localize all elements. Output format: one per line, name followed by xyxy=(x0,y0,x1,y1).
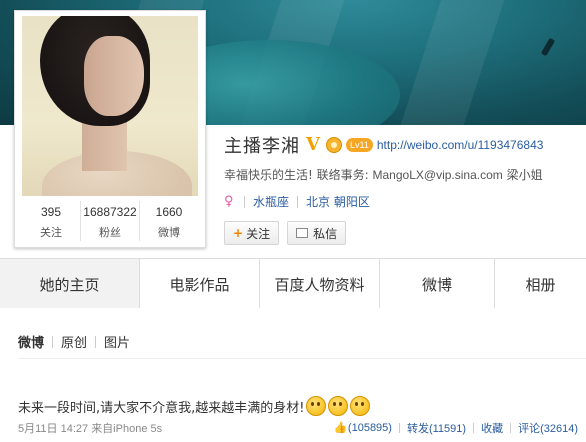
smiley-icon xyxy=(328,396,349,416)
plus-icon: + xyxy=(233,226,244,240)
mail-icon xyxy=(296,228,309,238)
post-time-source: 5月11日 14:27 来自iPhone 5s xyxy=(18,420,162,436)
divider xyxy=(510,423,512,433)
profile-stats: 395 关注 16887322 粉丝 1660 微博 xyxy=(22,201,198,241)
stat-number: 395 xyxy=(40,205,62,219)
stat-label: 粉丝 xyxy=(99,227,121,239)
divider xyxy=(52,335,54,348)
zodiac-link[interactable]: 水瓶座 xyxy=(253,193,289,210)
stat-posts[interactable]: 1660 微博 xyxy=(140,201,198,241)
thumbs-up-icon[interactable]: 👍 xyxy=(334,422,348,434)
feed-area: 微博 原创 图片 未来一段时间,请大家不介意我,越来越丰满的身材! 5月11日 … xyxy=(0,308,586,442)
post-source[interactable]: 来自iPhone 5s xyxy=(91,423,162,435)
profile-actions: + 关注 私信 xyxy=(224,221,347,245)
tab-baidu-profile[interactable]: 百度人物资料 xyxy=(260,259,380,309)
follow-button-label: 关注 xyxy=(246,226,271,241)
like-count[interactable]: (105895) xyxy=(348,422,392,434)
divider xyxy=(244,195,245,208)
follow-button[interactable]: + 关注 xyxy=(224,221,280,245)
medal-icon[interactable] xyxy=(326,137,342,153)
message-button[interactable]: 私信 xyxy=(287,221,347,245)
filter-all[interactable]: 微博 xyxy=(18,332,44,351)
stat-label: 关注 xyxy=(40,227,62,239)
post-text: 未来一段时间,请大家不介意我,越来越丰满的身材! xyxy=(18,400,305,416)
filter-original[interactable]: 原创 xyxy=(61,332,87,351)
comment-link[interactable]: 评论(32614) xyxy=(518,420,578,436)
profile-info-row: ♀ 水瓶座 北京 朝阳区 xyxy=(224,193,370,210)
bio-contact-name: 梁小姐 xyxy=(506,168,543,182)
avatar-face xyxy=(84,36,144,116)
bio-text: 幸福快乐的生活! xyxy=(224,168,313,182)
location-link[interactable]: 北京 朝阳区 xyxy=(306,193,370,210)
female-icon: ♀ xyxy=(224,193,234,209)
bio-email: MangoLX@vip.sina.com xyxy=(372,168,503,182)
level-badge[interactable]: Lv11 xyxy=(346,138,373,152)
tab-home[interactable]: 她的主页 xyxy=(0,259,140,309)
divider xyxy=(95,335,97,348)
filter-images[interactable]: 图片 xyxy=(104,332,130,351)
avatar[interactable] xyxy=(22,16,198,196)
tab-album[interactable]: 相册 xyxy=(495,259,586,309)
post-content: 未来一段时间,请大家不介意我,越来越丰满的身材! xyxy=(18,396,371,416)
light-ray xyxy=(393,0,507,125)
tab-weibo[interactable]: 微博 xyxy=(380,259,495,309)
repost-link[interactable]: 转发(11591) xyxy=(407,420,466,436)
diver-image xyxy=(540,37,556,57)
profile-tabs: 她的主页 电影作品 百度人物资料 微博 相册 xyxy=(0,258,586,310)
feed-filter: 微博 原创 图片 xyxy=(18,332,130,351)
profile-url-link[interactable]: http://weibo.com/u/1193476843 xyxy=(377,138,544,152)
favorite-link[interactable]: 收藏 xyxy=(481,420,503,436)
stat-followers[interactable]: 16887322 粉丝 xyxy=(81,201,140,241)
feed-divider xyxy=(18,358,586,359)
divider xyxy=(297,195,299,208)
divider xyxy=(398,423,400,433)
tab-films[interactable]: 电影作品 xyxy=(140,259,260,309)
stat-label: 微博 xyxy=(158,227,180,239)
message-button-label: 私信 xyxy=(313,226,338,241)
name-row: 主播李湘 V Lv11 http://weibo.com/u/119347684… xyxy=(224,132,543,158)
profile-name: 主播李湘 xyxy=(224,136,300,157)
post-actions: 👍 (105895) 转发(11591) 收藏 评论(32614) xyxy=(334,420,578,436)
avatar-card: 395 关注 16887322 粉丝 1660 微博 xyxy=(14,10,206,248)
bio-contact-label: 联络事务: xyxy=(316,168,369,182)
smiley-icon xyxy=(306,396,327,416)
smiley-icon xyxy=(350,396,371,416)
profile-bio: 幸福快乐的生活! 联络事务: MangoLX@vip.sina.com 梁小姐 xyxy=(224,166,543,183)
stat-number: 16887322 xyxy=(83,205,137,219)
stat-number: 1660 xyxy=(155,205,183,219)
divider xyxy=(473,423,475,433)
verified-icon[interactable]: V xyxy=(306,136,324,154)
post-time[interactable]: 5月11日 14:27 xyxy=(18,423,88,435)
stat-following[interactable]: 395 关注 xyxy=(22,201,81,241)
